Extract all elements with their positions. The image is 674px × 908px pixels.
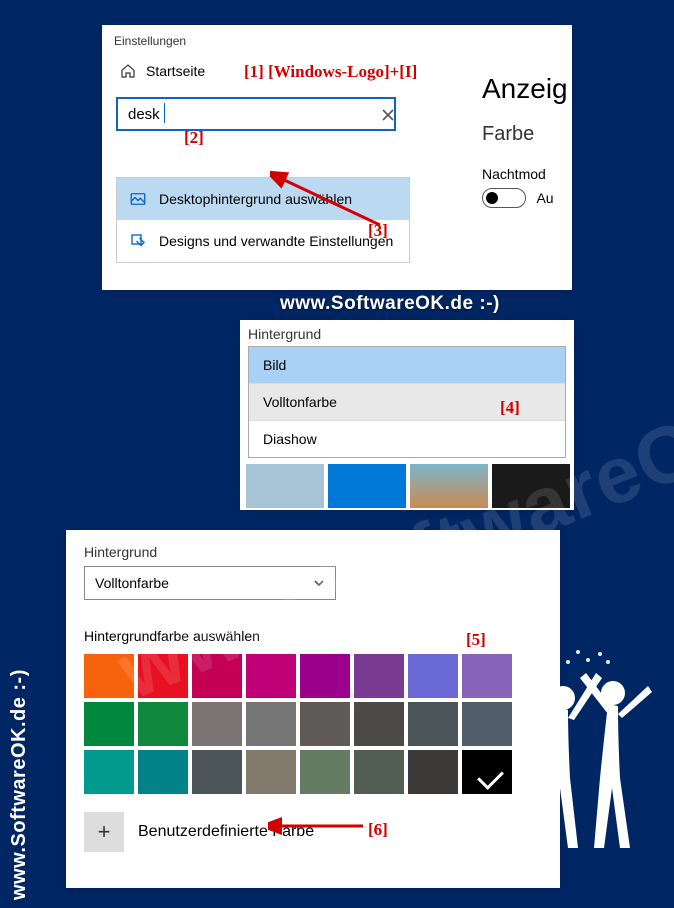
dropdown-option-picture[interactable]: Bild (249, 347, 565, 384)
color-swatch[interactable] (84, 702, 134, 746)
watermark-body: www.SoftwareOK.de :-) (280, 293, 500, 315)
color-swatch[interactable] (300, 750, 350, 794)
dropdown-option-solid[interactable]: Volltonfarbe (249, 384, 565, 421)
search-input[interactable] (116, 97, 396, 131)
color-swatch[interactable] (408, 654, 458, 698)
thumbnail[interactable] (410, 464, 488, 508)
pen-icon (129, 232, 147, 250)
background-dropdown[interactable]: Bild Volltonfarbe Diashow (248, 346, 566, 458)
custom-color-label: Benutzerdefinierte Farbe (138, 823, 314, 841)
clear-search-button[interactable] (378, 105, 398, 125)
watermark-side: www.SoftwareOK.de :-) (8, 669, 31, 900)
background-select[interactable]: Volltonfarbe (84, 566, 336, 600)
text-caret (164, 103, 165, 123)
color-swatch[interactable] (138, 654, 188, 698)
color-swatch[interactable] (246, 750, 296, 794)
solid-color-panel: Hintergrund Volltonfarbe Hintergrundfarb… (66, 530, 560, 888)
thumbnail[interactable] (246, 464, 324, 508)
color-swatch[interactable] (462, 654, 512, 698)
background-thumbnails (240, 456, 576, 510)
chevron-down-icon (313, 577, 325, 589)
color-swatch[interactable] (246, 654, 296, 698)
color-swatch[interactable] (84, 654, 134, 698)
color-swatch[interactable] (192, 702, 242, 746)
color-swatch[interactable] (354, 750, 404, 794)
background-dropdown-panel: Hintergrund Bild Volltonfarbe Diashow (240, 320, 574, 510)
night-mode-label: Nachtmod (482, 166, 568, 182)
color-swatch[interactable] (354, 654, 404, 698)
color-swatch[interactable] (192, 750, 242, 794)
background-label: Hintergrund (84, 544, 542, 560)
color-swatch[interactable] (138, 702, 188, 746)
color-swatch[interactable] (462, 750, 512, 794)
color-swatch[interactable] (354, 702, 404, 746)
color-picker-label: Hintergrundfarbe auswählen (84, 628, 542, 644)
thumbnail[interactable] (492, 464, 570, 508)
section-heading: Farbe (482, 123, 568, 146)
suggestion-label: Designs und verwandte Einstellungen (159, 233, 393, 249)
color-swatch[interactable] (192, 654, 242, 698)
select-value: Volltonfarbe (95, 575, 169, 591)
plus-icon: + (98, 819, 111, 845)
color-swatch[interactable] (300, 702, 350, 746)
settings-right-pane: Anzeig Farbe Nachtmod Au (482, 73, 568, 208)
night-mode-toggle[interactable] (482, 188, 526, 208)
home-label: Startseite (146, 63, 205, 79)
settings-search-panel: Einstellungen Startseite Desktophintergr… (102, 25, 572, 290)
color-swatch[interactable] (300, 654, 350, 698)
suggestion-label: Desktophintergrund auswählen (159, 191, 352, 207)
color-swatch[interactable] (246, 702, 296, 746)
suggestion-item-themes[interactable]: Designs und verwandte Einstellungen (117, 220, 409, 262)
color-swatch[interactable] (408, 750, 458, 794)
color-grid (84, 654, 542, 794)
search-suggestions: Desktophintergrund auswählen Designs und… (116, 177, 410, 263)
color-swatch[interactable] (408, 702, 458, 746)
color-swatch[interactable] (138, 750, 188, 794)
thumbnail[interactable] (328, 464, 406, 508)
home-icon (120, 63, 136, 79)
window-title: Einstellungen (102, 25, 572, 57)
background-label: Hintergrund (240, 320, 574, 346)
dropdown-option-slideshow[interactable]: Diashow (249, 421, 565, 457)
color-swatch[interactable] (84, 750, 134, 794)
color-swatch[interactable] (462, 702, 512, 746)
toggle-state-label: Au (536, 190, 553, 206)
custom-color-button[interactable]: + (84, 812, 124, 852)
suggestion-item-background[interactable]: Desktophintergrund auswählen (117, 178, 409, 220)
page-heading: Anzeig (482, 73, 568, 105)
close-icon (382, 109, 394, 121)
picture-icon (129, 190, 147, 208)
